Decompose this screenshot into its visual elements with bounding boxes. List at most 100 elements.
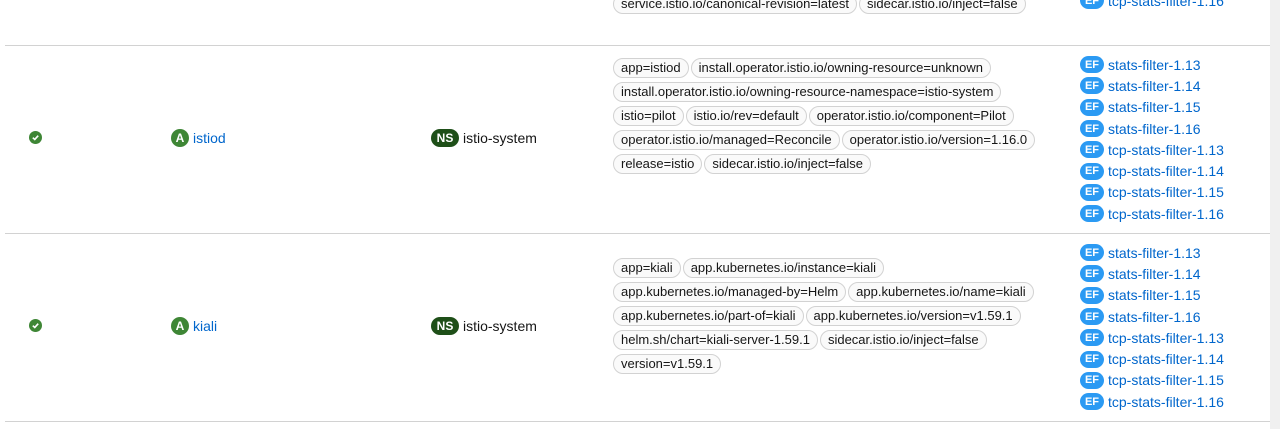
envoyfilter-badge: EF [1080, 98, 1104, 116]
envoyfilter-link[interactable]: stats-filter-1.15 [1108, 99, 1201, 115]
table-row: A istiod NS istio-system app=istiod insta… [5, 46, 1270, 234]
namespace-badge: NS [431, 129, 459, 147]
workload-link[interactable]: kiali [193, 318, 217, 334]
label-chip: operator.istio.io/component=Pilot [808, 106, 1014, 126]
table-row: A kiali NS istio-system app=kiali app.kub… [5, 234, 1270, 422]
envoyfilter-link[interactable]: tcp-stats-filter-1.16 [1108, 206, 1224, 222]
envoyfilter-badge: EF [1080, 329, 1104, 347]
label-chip: app.kubernetes.io/name=kiali [848, 282, 1034, 302]
envoyfilter-link[interactable]: tcp-stats-filter-1.13 [1108, 330, 1224, 346]
check-circle-icon [29, 319, 42, 332]
envoyfilter-badge: EF [1080, 120, 1104, 138]
config-item[interactable]: EF tcp-stats-filter-1.15 [1080, 370, 1270, 391]
envoyfilter-link[interactable]: tcp-stats-filter-1.16 [1108, 0, 1224, 9]
envoyfilter-badge: EF [1080, 0, 1104, 10]
envoyfilter-badge: EF [1080, 244, 1104, 262]
label-list: app=kiali app.kubernetes.io/instance=kial… [613, 258, 1073, 374]
label-chip: sidecar.istio.io/inject=false [819, 330, 987, 350]
envoyfilter-badge: EF [1080, 183, 1104, 201]
config-item[interactable]: EF stats-filter-1.13 [1080, 54, 1270, 75]
config-item[interactable]: EF stats-filter-1.15 [1080, 285, 1270, 306]
config-item[interactable]: EF tcp-stats-filter-1.13 [1080, 139, 1270, 160]
envoyfilter-badge: EF [1080, 141, 1104, 159]
config-item[interactable]: EF tcp-stats-filter-1.13 [1080, 327, 1270, 348]
label-chip: version=v1.59.1 [613, 354, 722, 374]
app-badge: A [171, 129, 189, 147]
namespace-cell: NS istio-system [431, 129, 537, 147]
labels-cell: service.istio.io/canonical-revision=late… [613, 0, 1073, 14]
name-cell: A istiod [171, 129, 226, 147]
namespace-cell: NS istio-system [431, 317, 537, 335]
labels-cell: app=istiod install.operator.istio.io/owni… [613, 58, 1073, 174]
envoyfilter-link[interactable]: stats-filter-1.13 [1108, 57, 1201, 73]
config-item[interactable]: EF tcp-stats-filter-1.16 [1080, 203, 1270, 224]
label-chip: app=kiali [613, 258, 681, 278]
label-chip: service.istio.io/canonical-revision=late… [613, 0, 857, 14]
config-item[interactable]: EF stats-filter-1.14 [1080, 75, 1270, 96]
config-item[interactable]: EF tcp-stats-filter-1.15 [1080, 182, 1270, 203]
config-item[interactable]: EF stats-filter-1.13 [1080, 242, 1270, 263]
namespace-name: istio-system [463, 130, 537, 146]
config-item[interactable]: EF tcp-stats-filter-1.14 [1080, 160, 1270, 181]
namespace-name: istio-system [463, 318, 537, 334]
label-chip: app.kubernetes.io/instance=kiali [682, 258, 885, 278]
config-item[interactable]: EF tcp-stats-filter-1.16 [1080, 0, 1270, 11]
label-list: app=istiod install.operator.istio.io/owni… [613, 58, 1073, 174]
envoyfilter-link[interactable]: stats-filter-1.16 [1108, 121, 1201, 137]
config-item[interactable]: EF tcp-stats-filter-1.14 [1080, 348, 1270, 369]
envoyfilter-badge: EF [1080, 308, 1104, 326]
envoyfilter-badge: EF [1080, 286, 1104, 304]
workload-link[interactable]: istiod [193, 130, 226, 146]
status-cell [29, 319, 42, 332]
config-item[interactable]: EF stats-filter-1.16 [1080, 306, 1270, 327]
workloads-table: service.istio.io/canonical-revision=late… [5, 0, 1270, 429]
envoyfilter-link[interactable]: stats-filter-1.16 [1108, 309, 1201, 325]
envoyfilter-badge: EF [1080, 162, 1104, 180]
config-item[interactable]: EF stats-filter-1.16 [1080, 118, 1270, 139]
config-cell: EF stats-filter-1.13 EF stats-filter-1.14 EF… [1080, 54, 1270, 224]
label-chip: sidecar.istio.io/inject=false [858, 0, 1026, 14]
envoyfilter-badge: EF [1080, 265, 1104, 283]
config-item[interactable]: EF tcp-stats-filter-1.16 [1080, 391, 1270, 412]
label-chip: install.operator.istio.io/owning-resourc… [613, 82, 1002, 102]
status-cell [29, 131, 42, 144]
config-item[interactable]: EF stats-filter-1.14 [1080, 263, 1270, 284]
envoyfilter-link[interactable]: tcp-stats-filter-1.15 [1108, 184, 1224, 200]
config-cell: EF tcp-stats-filter-1.16 [1080, 0, 1270, 11]
config-item[interactable]: EF stats-filter-1.15 [1080, 97, 1270, 118]
namespace-badge: NS [431, 317, 459, 335]
label-chip: operator.istio.io/version=1.16.0 [841, 130, 1036, 150]
config-list: EF stats-filter-1.13 EF stats-filter-1.14 EF… [1080, 242, 1270, 412]
envoyfilter-badge: EF [1080, 77, 1104, 95]
table-row: service.istio.io/canonical-revision=late… [5, 0, 1270, 46]
label-chip: sidecar.istio.io/inject=false [704, 154, 872, 174]
config-list: EF stats-filter-1.13 EF stats-filter-1.14 EF… [1080, 54, 1270, 224]
scrollbar[interactable] [1270, 0, 1280, 429]
envoyfilter-link[interactable]: tcp-stats-filter-1.14 [1108, 351, 1224, 367]
envoyfilter-link[interactable]: tcp-stats-filter-1.14 [1108, 163, 1224, 179]
label-chip: app.kubernetes.io/managed-by=Helm [613, 282, 847, 302]
label-list: service.istio.io/canonical-revision=late… [613, 0, 1073, 14]
check-circle-icon [29, 131, 42, 144]
label-chip: app=istiod [613, 58, 689, 78]
envoyfilter-badge: EF [1080, 56, 1104, 74]
envoyfilter-link[interactable]: stats-filter-1.14 [1108, 266, 1201, 282]
envoyfilter-badge: EF [1080, 393, 1104, 411]
label-chip: app.kubernetes.io/version=v1.59.1 [805, 306, 1021, 326]
app-badge: A [171, 317, 189, 335]
label-chip: release=istio [613, 154, 703, 174]
envoyfilter-link[interactable]: stats-filter-1.13 [1108, 245, 1201, 261]
envoyfilter-link[interactable]: stats-filter-1.15 [1108, 287, 1201, 303]
config-cell: EF stats-filter-1.13 EF stats-filter-1.14 EF… [1080, 242, 1270, 412]
label-chip: helm.sh/chart=kiali-server-1.59.1 [613, 330, 818, 350]
envoyfilter-link[interactable]: tcp-stats-filter-1.13 [1108, 142, 1224, 158]
label-chip: istio=pilot [613, 106, 684, 126]
name-cell: A kiali [171, 317, 217, 335]
envoyfilter-link[interactable]: stats-filter-1.14 [1108, 78, 1201, 94]
envoyfilter-link[interactable]: tcp-stats-filter-1.15 [1108, 372, 1224, 388]
labels-cell: app=kiali app.kubernetes.io/instance=kial… [613, 258, 1073, 374]
label-chip: app.kubernetes.io/part-of=kiali [613, 306, 804, 326]
envoyfilter-link[interactable]: tcp-stats-filter-1.16 [1108, 394, 1224, 410]
envoyfilter-badge: EF [1080, 371, 1104, 389]
label-chip: install.operator.istio.io/owning-resourc… [690, 58, 991, 78]
